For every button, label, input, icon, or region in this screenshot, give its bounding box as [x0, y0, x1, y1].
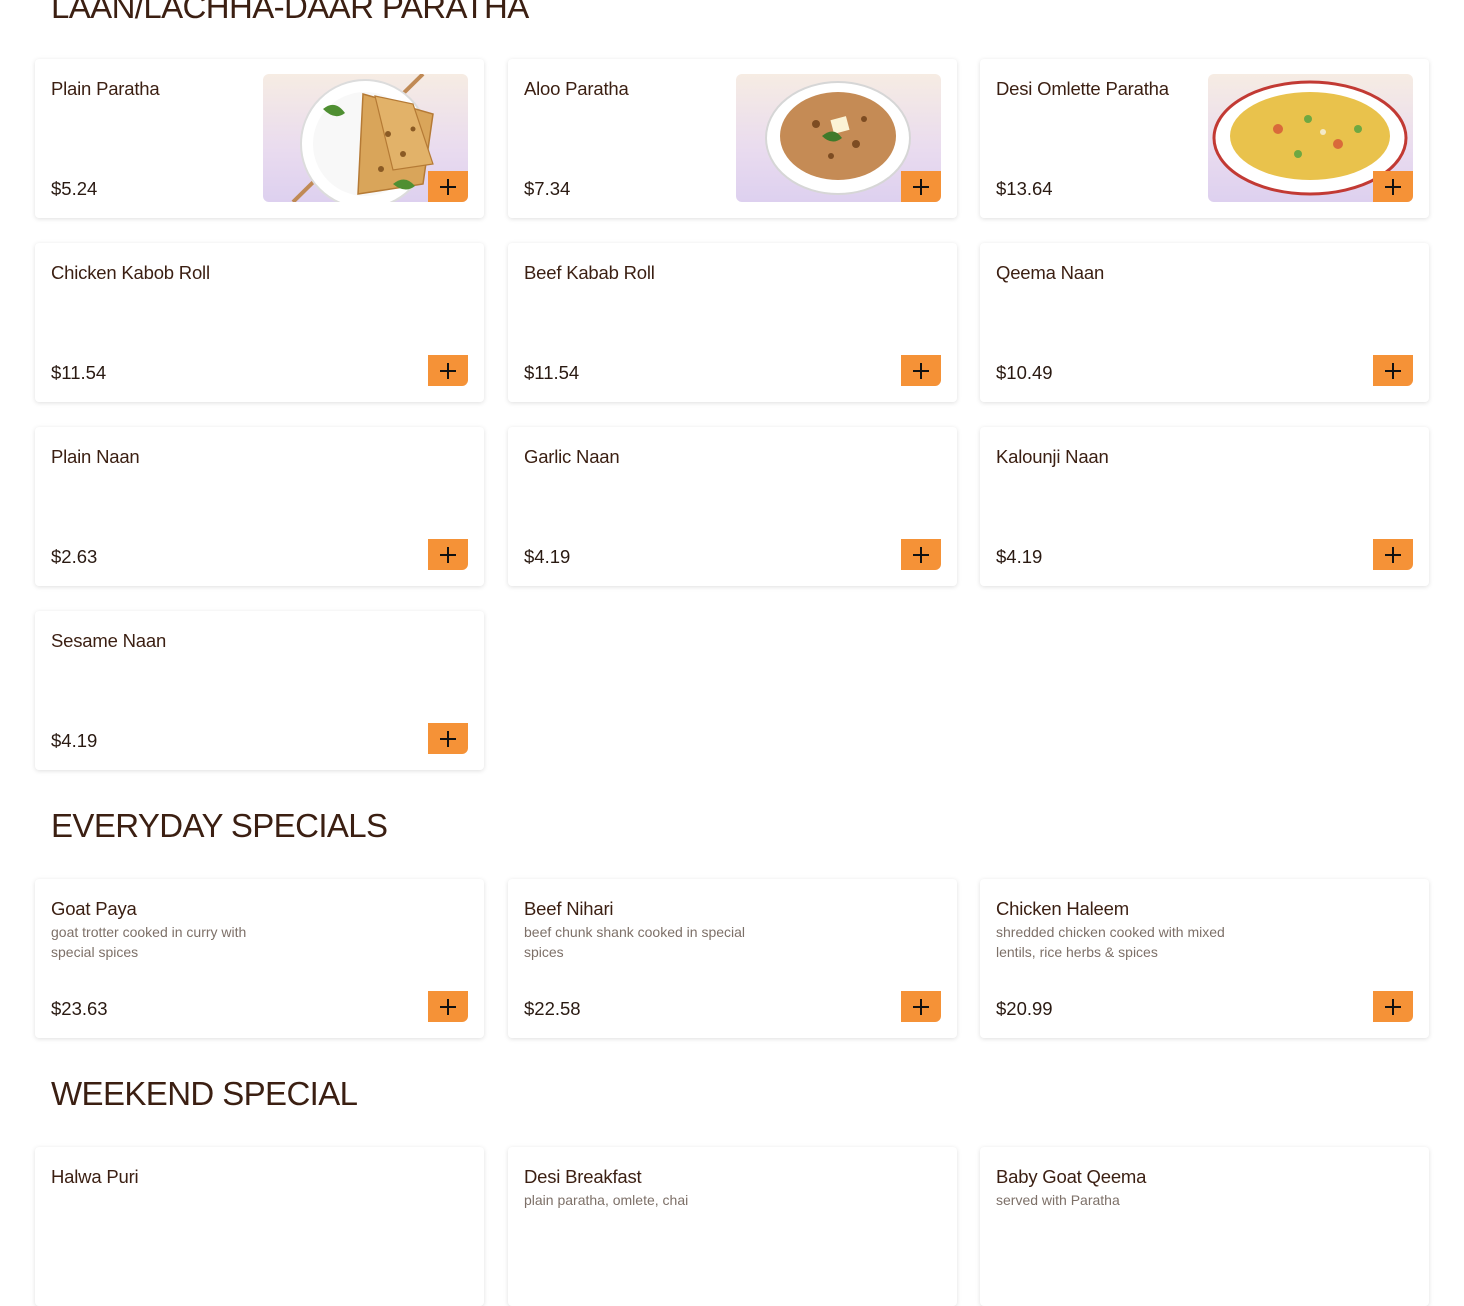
item-description: plain paratha, omlete, chai — [524, 1192, 689, 1208]
add-to-cart-button[interactable] — [1373, 539, 1413, 570]
item-price: $23.63 — [51, 998, 108, 1019]
section-title: EVERYDAY SPECIALS — [51, 807, 388, 844]
item-price: $7.34 — [524, 178, 571, 199]
menu-item-card[interactable]: Plain Paratha $5.24 — [35, 59, 484, 218]
menu-item-card[interactable]: Kalounji Naan $4.19 — [980, 427, 1429, 586]
item-name: Plain Naan — [51, 446, 140, 467]
item-name: Halwa Puri — [51, 1166, 139, 1187]
add-to-cart-button[interactable] — [428, 355, 468, 386]
menu-item-card[interactable]: Beef Nihari beef chunk shank cooked in s… — [508, 879, 957, 1038]
plus-icon — [913, 998, 929, 1015]
item-price: $11.54 — [51, 362, 107, 383]
plus-icon — [913, 178, 929, 195]
add-to-cart-button[interactable] — [901, 355, 941, 386]
item-description: served with Paratha — [996, 1192, 1120, 1208]
menu-item-card[interactable]: Beef Kabab Roll $11.54 — [508, 243, 957, 402]
menu-item-card[interactable]: Garlic Naan $4.19 — [508, 427, 957, 586]
plus-icon — [1385, 362, 1401, 379]
plus-icon — [913, 546, 929, 563]
menu-item-card[interactable]: Desi Omlette Paratha $13.64 — [980, 59, 1429, 218]
plus-icon — [913, 362, 929, 379]
add-to-cart-button[interactable] — [1373, 171, 1413, 202]
add-to-cart-button[interactable] — [428, 723, 468, 754]
item-price: $4.19 — [524, 546, 571, 567]
add-to-cart-button[interactable] — [1373, 991, 1413, 1022]
item-name: Chicken Kabob Roll — [51, 262, 210, 283]
item-name: Kalounji Naan — [996, 446, 1109, 467]
item-description: goat trotter cooked in curry with specia… — [51, 924, 247, 960]
item-price: $2.63 — [51, 546, 98, 567]
menu-item-card[interactable]: Chicken Kabob Roll $11.54 — [35, 243, 484, 402]
item-name: Beef Nihari — [524, 898, 614, 919]
item-name: Desi Omlette Paratha — [996, 78, 1169, 99]
menu-item-card[interactable]: Chicken Haleem shredded chicken cooked w… — [980, 879, 1429, 1038]
plus-icon — [1385, 178, 1401, 195]
plus-icon — [440, 546, 456, 563]
item-price: $20.99 — [996, 998, 1053, 1019]
menu-item-card[interactable]: Plain Naan $2.63 — [35, 427, 484, 586]
item-name: Beef Kabab Roll — [524, 262, 655, 283]
item-name: Aloo Paratha — [524, 78, 629, 99]
add-to-cart-button[interactable] — [428, 991, 468, 1022]
item-name: Baby Goat Qeema — [996, 1166, 1147, 1187]
item-description: beef chunk shank cooked in special spice… — [524, 924, 746, 960]
menu-item-card[interactable]: Sesame Naan $4.19 — [35, 611, 484, 770]
plus-icon — [1385, 546, 1401, 563]
menu-item-card[interactable]: Aloo Paratha $7.34 — [508, 59, 957, 218]
item-price: $5.24 — [51, 178, 98, 199]
plus-icon — [440, 730, 456, 747]
menu-item-card[interactable]: Goat Paya goat trotter cooked in curry w… — [35, 879, 484, 1038]
item-price: $13.64 — [996, 178, 1053, 199]
plus-icon — [440, 178, 456, 195]
item-price: $10.49 — [996, 362, 1053, 383]
item-price: $4.19 — [51, 730, 98, 751]
add-to-cart-button[interactable] — [428, 539, 468, 570]
item-name: Chicken Haleem — [996, 898, 1129, 919]
menu-item-card[interactable]: Qeema Naan $10.49 — [980, 243, 1429, 402]
add-to-cart-button[interactable] — [1373, 355, 1413, 386]
plus-icon — [440, 362, 456, 379]
add-to-cart-button[interactable] — [901, 171, 941, 202]
item-name: Desi Breakfast — [524, 1166, 642, 1187]
item-price: $4.19 — [996, 546, 1043, 567]
item-name: Sesame Naan — [51, 630, 167, 651]
item-name: Garlic Naan — [524, 446, 620, 467]
add-to-cart-button[interactable] — [901, 991, 941, 1022]
item-name: Qeema Naan — [996, 262, 1105, 283]
plus-icon — [440, 998, 456, 1015]
plus-icon — [1385, 998, 1401, 1015]
add-to-cart-button[interactable] — [901, 539, 941, 570]
item-name: Goat Paya — [51, 898, 137, 919]
item-price: $11.54 — [524, 362, 580, 383]
item-price: $22.58 — [524, 998, 581, 1019]
section-title: WEEKEND SPECIAL — [51, 1075, 358, 1112]
item-description: shredded chicken cooked with mixed lenti… — [996, 924, 1225, 960]
section-title: LAAN/LACHHA-DAAR PARATHA — [51, 0, 529, 25]
item-name: Plain Paratha — [51, 78, 160, 99]
add-to-cart-button[interactable] — [428, 171, 468, 202]
